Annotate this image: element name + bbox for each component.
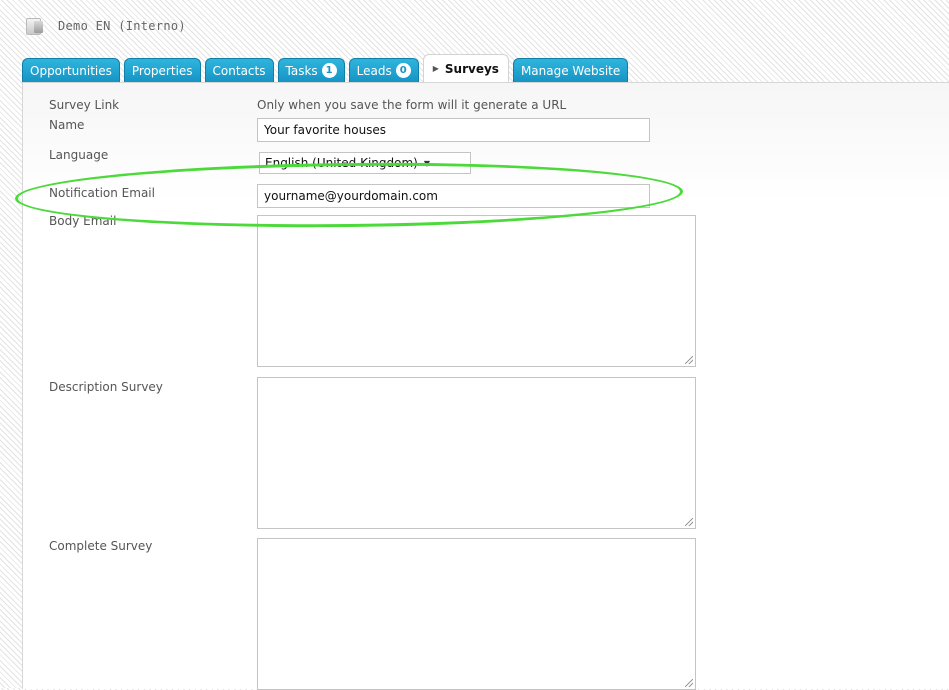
description-survey-label: Description Survey bbox=[49, 380, 163, 394]
language-select[interactable]: English (United Kingdom) ▼ bbox=[259, 152, 471, 174]
survey-link-note: Only when you save the form will it gene… bbox=[257, 98, 567, 112]
body-email-textarea[interactable] bbox=[257, 215, 696, 367]
description-survey-textarea[interactable] bbox=[257, 377, 696, 529]
tab-leads[interactable]: Leads 0 bbox=[348, 58, 419, 82]
tab-label: Surveys bbox=[444, 61, 499, 76]
tab-bar: Opportunities Properties Contacts Tasks 1… bbox=[22, 54, 632, 82]
notification-email-label: Notification Email bbox=[49, 186, 155, 200]
tab-label: Contacts bbox=[212, 63, 266, 78]
tab-label: Manage Website bbox=[520, 63, 621, 78]
language-select-value: English (United Kingdom) bbox=[265, 156, 418, 170]
complete-survey-textarea[interactable] bbox=[257, 538, 696, 690]
app-header: Demo EN (Interno) bbox=[26, 14, 186, 38]
body-email-label: Body Email bbox=[49, 214, 117, 228]
tab-surveys[interactable]: ▶ Surveys bbox=[422, 54, 509, 82]
tab-properties[interactable]: Properties bbox=[123, 58, 201, 82]
app-logo-icon bbox=[26, 17, 46, 35]
complete-survey-label: Complete Survey bbox=[49, 539, 153, 553]
name-label: Name bbox=[49, 118, 85, 132]
tab-label: Tasks bbox=[285, 63, 318, 78]
tab-contacts[interactable]: Contacts bbox=[204, 58, 274, 82]
tab-label: Properties bbox=[131, 63, 193, 78]
resize-grip-icon[interactable] bbox=[685, 518, 693, 526]
tab-label: Opportunities bbox=[30, 63, 112, 78]
notification-email-input[interactable]: yourname@yourdomain.com bbox=[257, 184, 650, 208]
survey-link-label: Survey Link bbox=[49, 98, 120, 112]
caret-right-icon: ▶ bbox=[432, 64, 439, 73]
tab-manage-website[interactable]: Manage Website bbox=[512, 58, 629, 82]
tab-opportunities[interactable]: Opportunities bbox=[22, 58, 120, 82]
name-input[interactable]: Your favorite houses bbox=[257, 118, 650, 142]
survey-form-panel: Survey Link Only when you save the form … bbox=[22, 82, 949, 690]
tab-label: Leads bbox=[356, 63, 392, 78]
language-label: Language bbox=[49, 148, 109, 162]
app-title: Demo EN (Interno) bbox=[58, 19, 186, 33]
tab-tasks[interactable]: Tasks 1 bbox=[277, 58, 345, 82]
resize-grip-icon[interactable] bbox=[685, 679, 693, 687]
resize-grip-icon[interactable] bbox=[685, 356, 693, 364]
leads-count-badge: 0 bbox=[395, 63, 411, 78]
chevron-down-icon: ▼ bbox=[423, 158, 430, 168]
tasks-count-badge: 1 bbox=[321, 63, 337, 78]
